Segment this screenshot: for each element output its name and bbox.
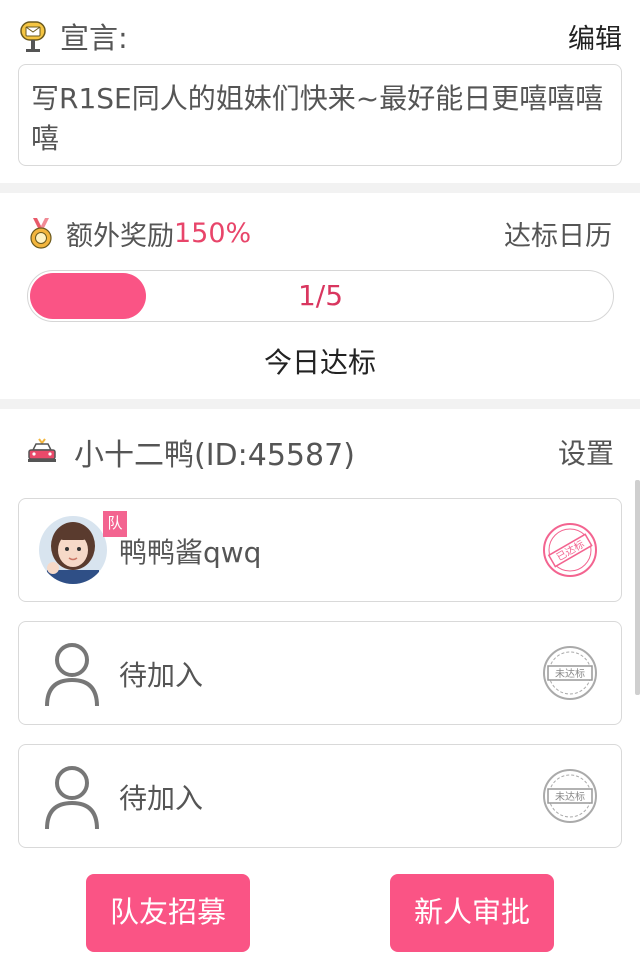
bonus-value: 150% xyxy=(174,217,252,249)
not-achieved-stamp-icon: 未达标 xyxy=(541,767,599,825)
member-name: 待加入 xyxy=(119,782,204,815)
bonus-label: 额外奖励 xyxy=(66,220,174,252)
team-section: 小十二鸭(ID:45587) 设置 队 鸭鸭酱qwq 已达标 待加入 未达标 待… xyxy=(0,409,640,849)
team-header: 小十二鸭(ID:45587) 设置 xyxy=(26,429,614,475)
person-icon xyxy=(43,763,101,831)
section-divider xyxy=(0,399,640,409)
member-name: 鸭鸭酱qwq xyxy=(119,536,262,569)
medal-icon xyxy=(28,216,54,250)
team-name: 小十二鸭(ID:45587) xyxy=(74,438,355,473)
progress-bar: 1/5 xyxy=(27,270,614,322)
achieved-stamp-icon: 已达标 xyxy=(541,521,599,579)
member-name: 待加入 xyxy=(119,659,204,692)
manifesto-section: 宣言: 编辑 写R1SE同人的姐妹们快来~最好能日更嘻嘻嘻嘻 xyxy=(0,0,640,183)
bonus-section: 额外奖励 150% 达标日历 1/5 今日达标 xyxy=(0,193,640,399)
manifesto-header: 宣言: 编辑 xyxy=(18,14,622,58)
not-achieved-stamp-text: 未达标 xyxy=(555,791,585,803)
avatar xyxy=(39,516,107,584)
not-achieved-stamp-text: 未达标 xyxy=(555,668,585,680)
member-card[interactable]: 待加入 未达标 xyxy=(18,744,622,848)
member-card[interactable]: 待加入 未达标 xyxy=(18,621,622,725)
calendar-link[interactable]: 达标日历 xyxy=(504,214,612,253)
car-icon xyxy=(26,438,58,466)
person-icon xyxy=(43,640,101,708)
progress-text: 1/5 xyxy=(297,279,344,312)
scrollbar[interactable] xyxy=(635,480,640,695)
manifesto-text: 写R1SE同人的姐妹们快来~最好能日更嘻嘻嘻嘻 xyxy=(18,64,622,166)
section-divider xyxy=(0,183,640,193)
edit-manifesto-button[interactable]: 编辑 xyxy=(568,17,622,56)
member-card[interactable]: 队 鸭鸭酱qwq 已达标 xyxy=(18,498,622,602)
today-status-label: 今日达标 xyxy=(263,346,376,379)
bonus-header: 额外奖励 150% 达标日历 xyxy=(28,211,612,255)
team-settings-button[interactable]: 设置 xyxy=(558,432,614,472)
manifesto-title: 宣言: xyxy=(60,21,128,55)
not-achieved-stamp-icon: 未达标 xyxy=(541,644,599,702)
recruit-teammates-button[interactable]: 队友招募 xyxy=(86,874,250,952)
approve-newcomers-button[interactable]: 新人审批 xyxy=(390,874,554,952)
mailbox-icon xyxy=(18,19,48,53)
